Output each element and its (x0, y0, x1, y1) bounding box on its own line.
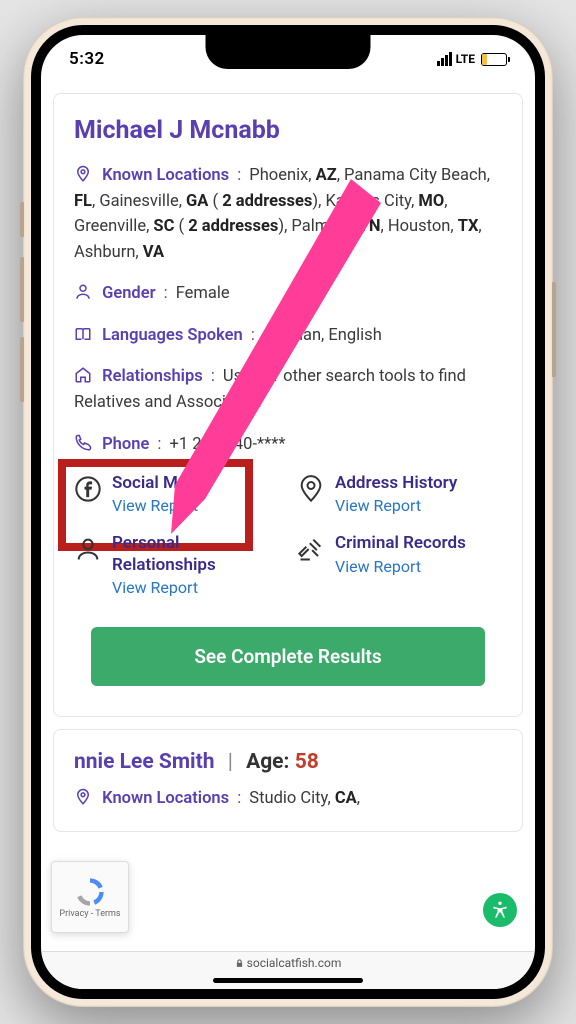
tile-criminal-records[interactable]: Criminal Records View Report (297, 533, 502, 597)
tile-link[interactable]: View Report (335, 557, 466, 576)
phone-screen: 5:32 LTE Michael J Mcnabb Known Location… (31, 25, 545, 999)
status-time: 5:32 (69, 49, 105, 69)
tile-title: Social Media (112, 473, 210, 494)
tile-link[interactable]: View Report (112, 578, 279, 597)
url-text: socialcatfish.com (247, 956, 342, 970)
recaptcha-badge[interactable]: Privacy - Terms (51, 861, 129, 933)
facebook-icon (74, 473, 102, 515)
home-icon (74, 366, 94, 384)
recaptcha-text: Privacy - Terms (59, 909, 120, 919)
lock-icon (235, 958, 244, 969)
book-icon (74, 325, 94, 343)
phone-label: Phone (102, 435, 149, 454)
gavel-icon (297, 533, 325, 597)
page-content[interactable]: Michael J Mcnabb Known Locations : Phoen… (41, 83, 535, 951)
phone-frame: 5:32 LTE Michael J Mcnabb Known Location… (23, 17, 553, 1007)
known-locations-label: Known Locations (102, 166, 229, 185)
tile-social-media[interactable]: Social Media View Report (74, 473, 279, 515)
person-name-2[interactable]: nnie Lee Smith (74, 750, 214, 774)
tile-grid: Social Media View Report Address History… (74, 473, 502, 597)
result-card-2: nnie Lee Smith | Age: 58 Known Locations… (53, 729, 523, 833)
known-locations-label-2: Known Locations (102, 789, 229, 808)
gender-row: Gender : Female (74, 281, 502, 307)
see-complete-results-button[interactable]: See Complete Results (91, 627, 485, 686)
gender-value: Female (176, 284, 230, 303)
person-name[interactable]: Michael J Mcnabb (74, 116, 502, 145)
pin-icon (74, 788, 94, 806)
relationships-row: Relationships : Use our other search too… (74, 364, 502, 415)
phone-icon (74, 434, 94, 452)
result-card: Michael J Mcnabb Known Locations : Phoen… (53, 93, 523, 717)
pin-icon (74, 165, 94, 183)
accessibility-button[interactable] (483, 893, 517, 927)
phone-notch (206, 35, 371, 69)
known-locations-row-2: Known Locations : Studio City, CA, (74, 786, 502, 812)
browser-chrome: socialcatfish.com (41, 951, 535, 989)
tile-personal-relationships[interactable]: Personal Relationships View Report (74, 533, 279, 597)
relationships-label: Relationships (102, 367, 203, 386)
languages-label: Languages Spoken (102, 326, 243, 345)
person-icon (74, 283, 94, 301)
tile-title: Personal Relationships (112, 533, 279, 576)
languages-value: German, English (263, 326, 382, 345)
tile-title: Address History (335, 473, 457, 494)
age-value: 58 (295, 750, 319, 774)
user-icon (74, 533, 102, 597)
age-label: Age: (246, 750, 289, 774)
tile-title: Criminal Records (335, 533, 466, 554)
address-pin-icon (297, 473, 325, 515)
phone-row: Phone : +1 212-640-**** (74, 432, 502, 458)
phone-value: +1 212-640-**** (170, 435, 286, 454)
network-label: LTE (456, 52, 475, 66)
tile-address-history[interactable]: Address History View Report (297, 473, 502, 515)
known-locations-row: Known Locations : Phoenix, AZ, Panama Ci… (74, 163, 502, 265)
tile-link[interactable]: View Report (112, 496, 210, 515)
home-indicator[interactable] (213, 978, 363, 983)
status-indicators: LTE (437, 52, 507, 66)
known-locations-value-2: Studio City, CA, (249, 789, 360, 808)
card2-header: nnie Lee Smith | Age: 58 (74, 750, 502, 774)
gender-label: Gender (102, 284, 155, 303)
languages-row: Languages Spoken : German, English (74, 323, 502, 349)
url-bar[interactable]: socialcatfish.com (235, 956, 342, 970)
battery-icon (481, 53, 507, 66)
tile-link[interactable]: View Report (335, 496, 457, 515)
signal-icon (437, 52, 452, 66)
